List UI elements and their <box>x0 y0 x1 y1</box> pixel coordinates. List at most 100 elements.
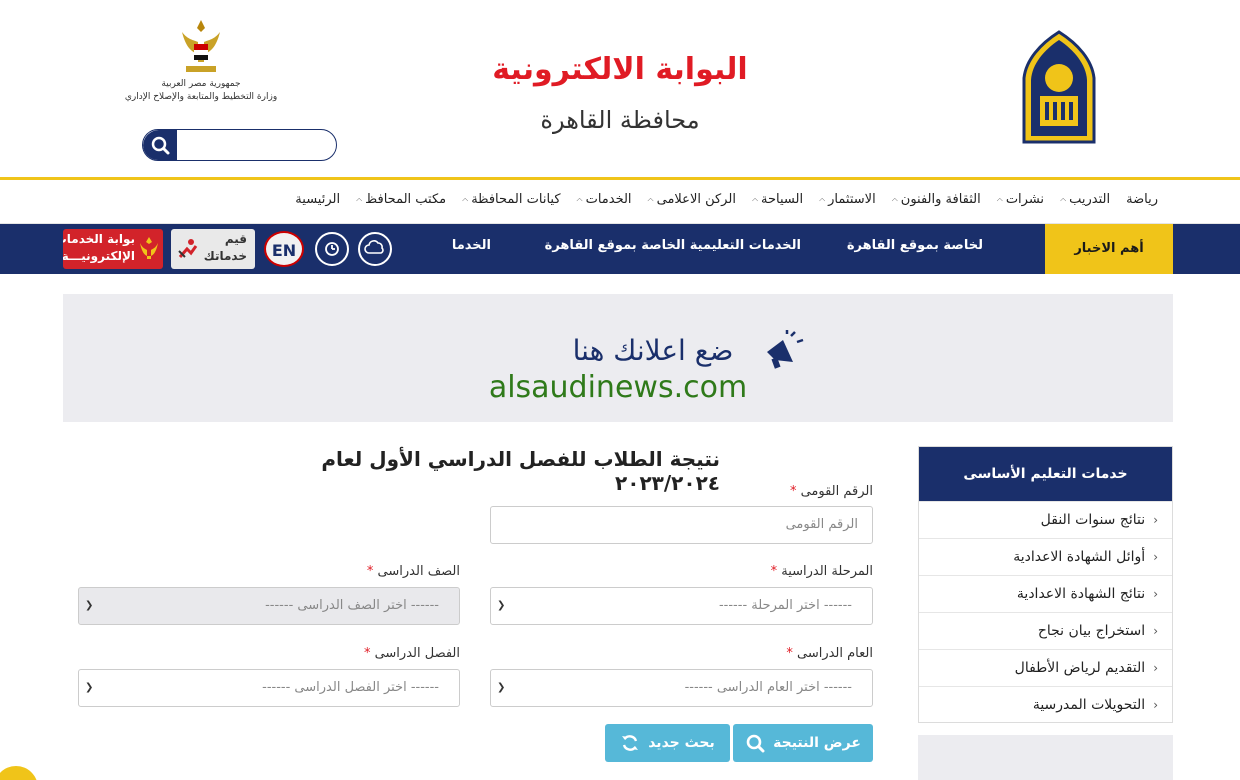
chevron-down-icon: ❯ <box>497 600 506 611</box>
chevron-down-icon: ⌵ <box>647 195 654 205</box>
chevron-down-icon: ⌵ <box>462 195 469 205</box>
term-select[interactable]: ------ اختر الفصل الدراسى ------ ❯ <box>78 669 460 707</box>
chevron-down-icon: ❯ <box>85 682 94 693</box>
term-label: الفصل الدراسى * <box>160 646 460 661</box>
sidebar-item[interactable]: ‹ استخراج بيان نجاح <box>919 612 1172 649</box>
sidebar-item[interactable]: ‹ أوائل الشهادة الاعدادية <box>919 538 1172 575</box>
portal-title: البوابة الالكترونية <box>492 52 748 87</box>
sidebar-item[interactable]: ‹ نتائج سنوات النقل <box>919 501 1172 538</box>
sidebar-item[interactable]: ‹ التقديم لرياض الأطفال <box>919 649 1172 686</box>
required-mark: * <box>770 564 778 579</box>
stage-label: المرحلة الدراسية * <box>573 564 873 579</box>
nav-item[interactable]: كيانات المحافظة ⌵ <box>454 192 568 207</box>
show-result-label: عرض النتيجة <box>773 735 861 751</box>
rate-label-2: خدماتك <box>203 249 247 263</box>
term-selected: ------ اختر الفصل الدراسى ------ <box>262 680 439 695</box>
refresh-icon <box>622 735 639 751</box>
nav-item-label: الركن الاعلامى <box>656 192 736 207</box>
chevron-down-icon: ⌵ <box>751 195 759 205</box>
clock-icon[interactable] <box>315 232 349 266</box>
search-icon <box>151 136 170 155</box>
chevron-down-icon: ⌵ <box>576 195 583 205</box>
english-language-button[interactable]: EN <box>264 231 304 267</box>
rating-person-icon <box>178 239 198 258</box>
chevron-down-icon: ❯ <box>497 682 506 693</box>
national-id-placeholder: الرقم القومى <box>785 517 858 532</box>
nav-item-label: الثقافة والفنون <box>900 192 981 207</box>
national-id-field[interactable]: الرقم القومى <box>490 506 873 544</box>
sidebar-item-label: نتائج سنوات النقل <box>1040 512 1146 528</box>
sidebar-item-label: أوائل الشهادة الاعدادية <box>1013 549 1146 565</box>
grade-select[interactable]: ------ اختر الصف الدراسى ------ ❯ <box>78 587 460 625</box>
sidebar-item-label: التقديم لرياض الأطفال <box>1014 660 1146 676</box>
egov-services-badge[interactable]: بوابة الخدمات الإلكترونيـــة <box>63 229 163 269</box>
rate-services-badge[interactable]: قيم خدماتك <box>171 229 255 269</box>
floating-action-button[interactable] <box>0 766 38 780</box>
sidebar-item[interactable]: ‹ التحويلات المدرسية <box>919 686 1172 723</box>
egov-label-1: بوابة الخدمات <box>63 232 135 246</box>
nav-item-label: كيانات المحافظة <box>471 192 561 207</box>
required-mark: * <box>363 646 371 661</box>
ministry-line-1: جمهورية مصر العربية <box>161 79 241 89</box>
chevron-left-icon: ‹ <box>1153 698 1158 712</box>
sidebar-header: خدمات التعليم الأساسى <box>919 447 1172 501</box>
egypt-eagle-emblem <box>182 20 220 72</box>
cairo-governorate-logo[interactable] <box>1020 30 1098 146</box>
rate-label-1: قيم <box>224 232 247 246</box>
cloud-icon[interactable] <box>358 232 392 266</box>
year-select[interactable]: ------ اختر العام الدراسى ------ ❯ <box>490 669 873 707</box>
main-nav: الرئيسية مكتب المحافظ ⌵ كيانات المحافظة ⌵ الخ… <box>0 177 1240 224</box>
nav-item[interactable]: التدريب ⌵ <box>1052 192 1118 207</box>
chevron-down-icon: ⌵ <box>1060 195 1067 205</box>
ticker-item[interactable]: الخدما <box>452 238 491 253</box>
search-input[interactable] <box>179 133 329 157</box>
year-label: العام الدراسى * <box>573 646 873 661</box>
chevron-down-icon: ❯ <box>85 600 94 611</box>
nav-item-label: مكتب المحافظ <box>365 192 447 207</box>
nav-item[interactable]: مكتب المحافظ ⌵ <box>348 192 454 207</box>
nav-item-label: التدريب <box>1069 192 1111 207</box>
required-mark: * <box>786 646 793 661</box>
search-button[interactable] <box>143 130 177 160</box>
ad-url[interactable]: alsaudinews.com <box>63 370 1173 405</box>
site-header: جمهورية مصر العربية وزارة التخطيط والمتا… <box>0 0 1240 177</box>
show-result-button[interactable]: عرض النتيجة <box>733 724 873 762</box>
egypt-eagle-icon <box>140 237 158 259</box>
stage-select[interactable]: ------ اختر المرحلة ------ ❯ <box>490 587 873 625</box>
top-news-label[interactable]: أهم الاخبار <box>1045 224 1173 274</box>
nav-item[interactable]: الركن الاعلامى ⌵ <box>640 192 744 207</box>
stage-label-text: المرحلة الدراسية <box>781 564 873 579</box>
nav-item-label: الاستثمار <box>828 192 876 207</box>
egov-label-2: الإلكترونيـــة <box>63 249 135 263</box>
nav-item[interactable]: الخدمات ⌵ <box>569 192 640 207</box>
chevron-left-icon: ‹ <box>1153 661 1158 675</box>
sidebar-item-label: استخراج بيان نجاح <box>1037 623 1146 639</box>
ad-text: ضع اعلانك هنا <box>572 334 734 367</box>
search-icon <box>746 734 765 753</box>
nav-item[interactable]: الاستثمار ⌵ <box>811 192 884 207</box>
nav-item[interactable]: نشرات ⌵ <box>989 192 1052 207</box>
chevron-left-icon: ‹ <box>1153 513 1158 527</box>
chevron-down-icon: ⌵ <box>819 195 826 205</box>
nav-item-label: نشرات <box>1005 192 1045 207</box>
year-label-text: العام الدراسى <box>796 646 873 661</box>
sidebar-item[interactable]: ‹ نتائج الشهادة الاعدادية <box>919 575 1172 612</box>
grade-label: الصف الدراسى * <box>160 564 460 579</box>
ad-banner[interactable]: ضع اعلانك هنا alsaudinews.com <box>63 294 1173 422</box>
sidebar-items: ‹ نتائج سنوات النقل ‹ أوائل الشهادة الاعداد… <box>919 501 1172 723</box>
required-mark: * <box>366 564 374 579</box>
year-selected: ------ اختر العام الدراسى ------ <box>684 680 852 695</box>
national-id-label-text: الرقم القومى <box>800 484 873 499</box>
new-search-button[interactable]: بحث جديد <box>605 724 730 762</box>
nav-item[interactable]: الرئيسية <box>287 192 348 207</box>
ticker-item[interactable]: لخاصة بموقع القاهرة <box>847 238 983 253</box>
nav-item[interactable]: الثقافة والفنون ⌵ <box>884 192 989 207</box>
nav-item[interactable]: السياحة ⌵ <box>744 192 811 207</box>
required-mark: * <box>789 484 797 499</box>
grade-label-text: الصف الدراسى <box>377 564 460 579</box>
national-id-label: الرقم القومى * <box>573 484 873 499</box>
ticker-item[interactable]: الخدمات التعليمية الخاصة بموقع القاهرة <box>545 238 801 253</box>
ministry-line-2: وزارة التخطيط والمتابعة والإصلاح الإداري <box>124 92 278 102</box>
education-services-sidebar: خدمات التعليم الأساسى ‹ نتائج سنوات النقل… <box>918 446 1173 723</box>
nav-item[interactable]: رياضة <box>1118 192 1166 207</box>
